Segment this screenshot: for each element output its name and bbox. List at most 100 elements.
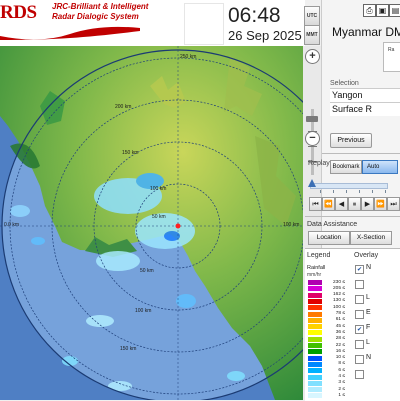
current-time: 06:48 [228,4,281,27]
legend-title: Legend [307,252,331,259]
replay-timeline-thumb[interactable] [308,179,316,187]
range-label: 250 km [180,54,197,60]
bookmark-button[interactable]: Bookmark [330,160,362,174]
divider [322,153,400,154]
last-frame-button[interactable]: ⏭ [387,197,400,211]
current-date: 26 Sep 2025 [228,28,302,43]
overlay-label: N [366,264,372,271]
range-label: 100 km [150,186,167,192]
legend-value: 205 ≤ [333,285,345,291]
overlay-checkbox[interactable] [355,370,364,379]
replay-label: Replay [308,160,330,167]
legend-value: 130 ≤ [333,298,345,304]
legend-swatch [308,311,322,317]
overlay-checkbox[interactable] [355,340,364,349]
data-assistance-title: Data Assistance [307,221,358,228]
x-section-button[interactable]: X-Section [350,231,392,245]
station-info-text: Ra [388,47,395,53]
mmt-button[interactable]: MMT [304,25,320,45]
overlay-checkbox[interactable] [355,310,364,319]
document-icon[interactable]: ▤ [389,4,400,17]
legend-swatch [308,305,322,311]
selection-product[interactable]: Surface R [330,102,400,116]
pause-button[interactable]: ⏸ [348,197,361,211]
utc-button[interactable]: UTC [304,6,320,26]
zoom-slider-handle[interactable] [306,115,318,122]
step-back-button[interactable]: ◀ [335,197,348,211]
legend-value: 230 ≤ [333,279,345,285]
legend-swatch [308,317,322,323]
logo-tagline-1: JRC-Brilliant & Intelligent [52,2,149,11]
legend-swatch [308,361,322,367]
range-label: 150 km [122,150,139,156]
legend-value: 61 ≤ [335,317,345,323]
radar-map[interactable]: 250 km 200 km 150 km 100 km 50 km 0.0 km… [0,46,305,400]
logo-mark: RDS [0,2,37,23]
rewind-button[interactable]: ⏪ [322,197,335,211]
zoom-in-button[interactable]: + [305,49,320,64]
legend-value: 22 ≤ [335,342,345,348]
legend-swatch [308,286,322,292]
legend-swatch [308,368,322,374]
legend-value: 2 ≤ [338,386,345,392]
legend-swatch [308,393,322,399]
legend-value: 3 ≤ [338,380,345,386]
legend-swatch [308,355,322,361]
range-label: 0.0 km [4,222,20,228]
legend-swatch [308,292,322,298]
fast-forward-button[interactable]: ⏩ [374,197,387,211]
range-label: 150 km [120,346,137,352]
range-label: 100 km [135,308,152,314]
play-button[interactable]: ▶ [361,197,374,211]
legend-swatch [308,330,322,336]
legend-value: 16 ≤ [335,348,345,354]
overlay-label: E [366,309,371,316]
legend-value: 6 ≤ [338,367,345,373]
station-name: Myanmar DM [332,25,400,39]
overlay-label: N [366,354,372,361]
legend-value: 10 ≤ [335,355,345,361]
legend-swatch [308,349,322,355]
save-icon[interactable]: ▣ [376,4,389,17]
overlay-label: F [366,324,371,331]
auto-button[interactable]: Auto [362,160,398,174]
location-button[interactable]: Location [308,231,350,245]
legend-value: 45 ≤ [335,323,345,329]
logo-tagline-2: Radar Dialogic System [52,12,139,21]
previous-button[interactable]: Previous [330,133,372,148]
legend-swatch [308,324,322,330]
overlay-title: Overlay [354,252,379,259]
overlay-checkbox[interactable] [355,280,364,289]
legend-swatch [308,280,322,285]
overlay-checkbox[interactable] [355,355,364,364]
overlay-checkbox[interactable] [355,295,364,304]
first-frame-button[interactable]: ⏮ [309,197,322,211]
range-label: 200 km [115,104,132,110]
overlay-label: L [366,294,370,301]
legend-unit: mm/hr [307,272,322,278]
print-icon[interactable]: ⎙ [363,4,376,17]
overlay-checkbox[interactable]: ✔ [355,265,364,274]
station-info-box: Ra [383,42,400,72]
legend-value: 36 ≤ [335,329,345,335]
legend-value: 1 ≤ [338,392,345,398]
legend-panel: Legend Rainfall mm/hr 230 ≤205 ≤162 ≤130… [305,248,400,401]
overlay-checkbox[interactable]: ✔ [355,325,364,334]
legend-value: 162 ≤ [333,292,345,298]
legend-value: 78 ≤ [335,311,345,316]
range-label: 50 km [140,268,154,274]
replay-timeline[interactable] [310,183,388,189]
legend-swatch [308,374,322,380]
legend-swatch [308,387,322,393]
zoom-out-button[interactable]: − [305,131,320,146]
radar-site-marker [175,223,181,229]
radar-map-canvas [0,46,305,400]
selection-title: Selection [330,80,359,87]
clock-panel [184,3,224,45]
selection-site[interactable]: Yangon [330,88,400,102]
legend-value: 100 ≤ [333,304,345,310]
legend-value: 8 ≤ [338,361,345,367]
legend-quantity: Rainfall [307,265,326,271]
range-label: 50 km [152,214,166,220]
legend-swatch [308,298,322,304]
